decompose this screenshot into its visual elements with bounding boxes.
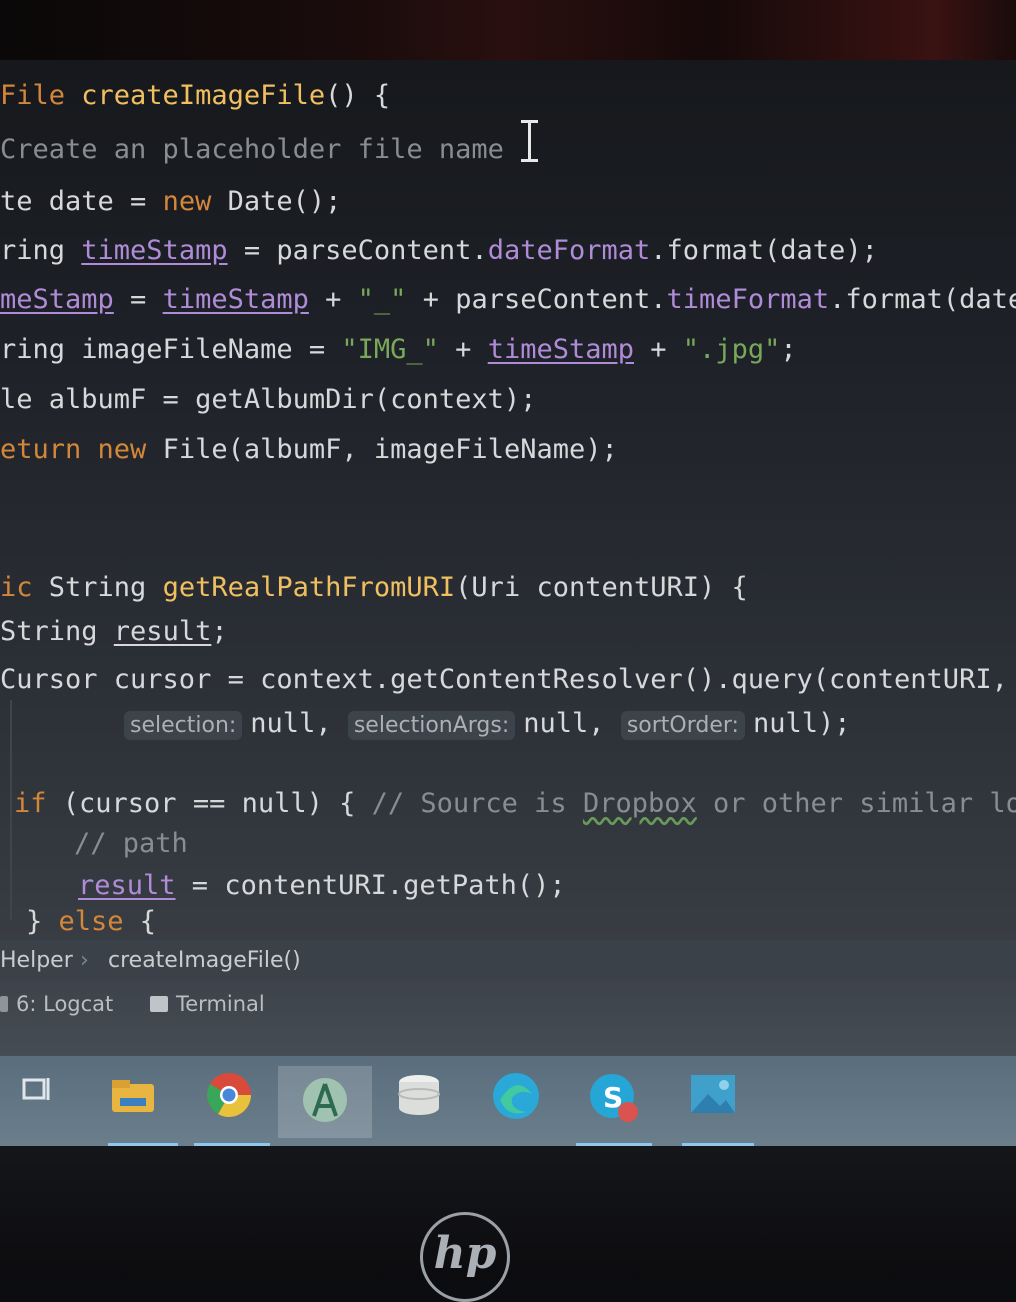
code-line: String result; — [0, 616, 228, 647]
code-line: eturn new File(albumF, imageFileName); — [0, 434, 618, 465]
code-line: } else { — [26, 906, 157, 937]
text-cursor-icon — [521, 120, 538, 162]
code-line: result = contentURI.getPath(); — [78, 870, 566, 901]
logcat-icon — [0, 996, 8, 1012]
code-line: meStamp = timeStamp + "_" + parseContent… — [0, 284, 1016, 315]
skype-icon[interactable]: S — [576, 1070, 652, 1146]
code-comment: // path — [74, 828, 188, 859]
breadcrumb: Helper › createImageFile() — [0, 940, 1016, 980]
code-line: le albumF = getAlbumDir(context); — [0, 384, 537, 415]
taskbar: S — [0, 1056, 1016, 1146]
hp-logo: hp — [420, 1212, 510, 1302]
parameter-hint: selection: — [124, 711, 243, 740]
photos-icon[interactable] — [682, 1070, 754, 1146]
parameter-hint: sortOrder: — [620, 711, 745, 740]
code-line: File createImageFile() { — [0, 80, 391, 111]
tool-window-bar: 6: Logcat Terminal — [0, 980, 1016, 1056]
terminal-icon — [150, 996, 168, 1012]
code-line: ic String getRealPathFromURI(Uri content… — [0, 572, 748, 603]
database-icon[interactable] — [394, 1070, 454, 1130]
terminal-button[interactable]: Terminal — [150, 992, 265, 1016]
breadcrumb-separator: › — [80, 948, 89, 973]
indent-guide — [10, 700, 12, 920]
code-line: selection: null, selectionArgs: null, sort… — [124, 708, 851, 740]
file-explorer-icon[interactable] — [108, 1070, 178, 1146]
code-line: Cursor cursor = context.getContentResolv… — [0, 664, 1016, 695]
code-comment: Create an placeholder file name — [0, 134, 504, 165]
parameter-hint: selectionArgs: — [347, 711, 516, 740]
breadcrumb-class[interactable]: Helper — [0, 948, 73, 973]
code-line: ring imageFileName = "IMG_" + timeStamp … — [0, 334, 797, 365]
android-studio-icon[interactable] — [278, 1066, 372, 1138]
edge-icon[interactable] — [490, 1070, 550, 1130]
code-editor[interactable]: File createImageFile() { Create an place… — [0, 60, 1016, 940]
logcat-button[interactable]: 6: Logcat — [0, 992, 113, 1016]
breadcrumb-method[interactable]: createImageFile() — [108, 948, 301, 973]
chrome-icon[interactable] — [194, 1070, 270, 1146]
task-view-icon[interactable] — [18, 1070, 78, 1130]
code-line: if (cursor == null) { // Source is Dropb… — [14, 788, 1016, 819]
code-line: ring timeStamp = parseContent.dateFormat… — [0, 235, 878, 266]
code-line: te date = new Date(); — [0, 186, 342, 217]
